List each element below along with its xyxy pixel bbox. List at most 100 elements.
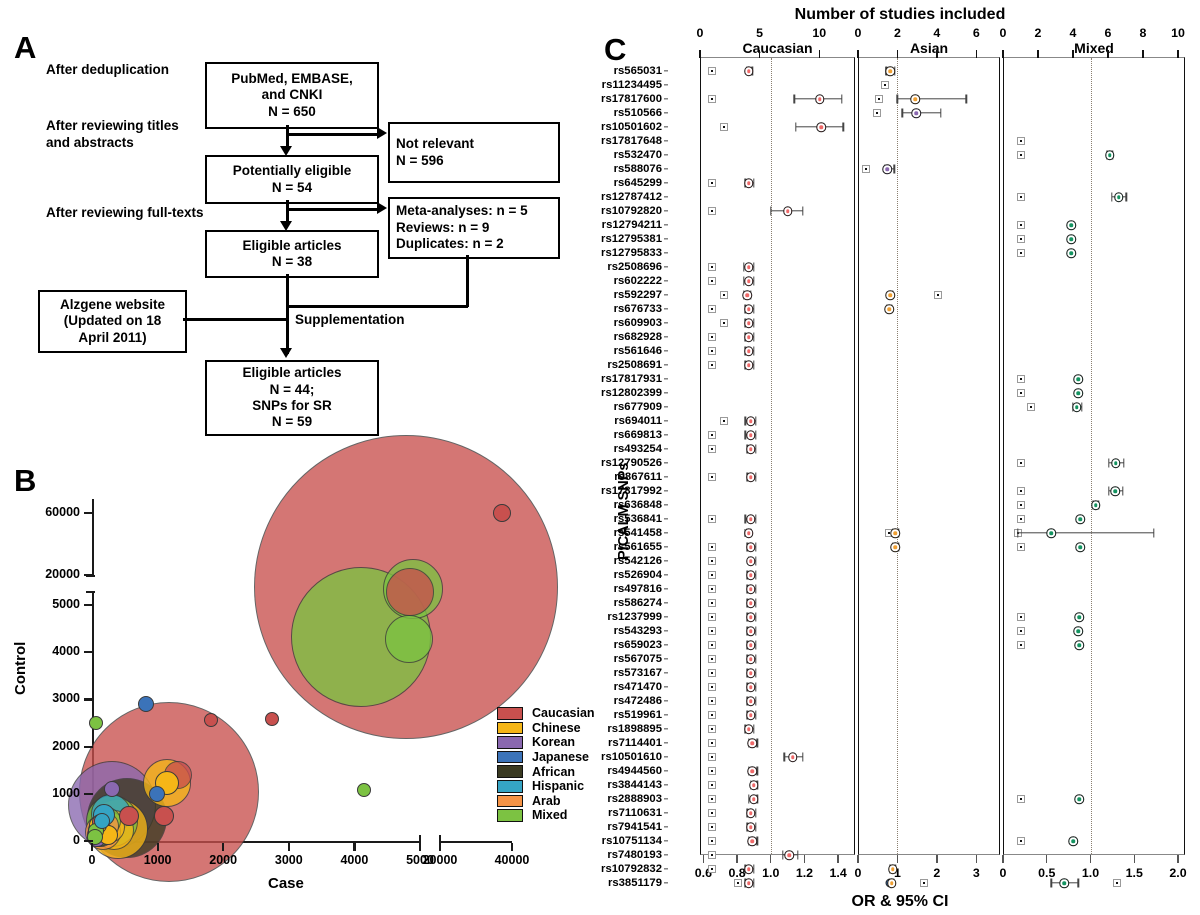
snp-row-tick	[664, 280, 668, 282]
snp-label: rs10751134	[601, 835, 662, 847]
or-marker	[745, 416, 756, 426]
snp-label: rs526904	[613, 569, 662, 581]
snp-label: rs12802399	[601, 387, 662, 399]
confidence-interval-cap	[802, 752, 804, 762]
bottom-axis-tick-label: 1.0	[1081, 866, 1100, 880]
studies-count-marker	[707, 67, 716, 75]
confidence-interval-cap	[1017, 528, 1019, 538]
snp-row-tick	[664, 686, 668, 688]
studies-count-marker	[1016, 627, 1025, 635]
panel-b-x-tick	[511, 843, 514, 851]
snp-label: rs17817931	[601, 373, 662, 385]
studies-count-marker	[707, 543, 716, 551]
top-axis-tick	[857, 50, 859, 58]
snp-row-tick	[664, 868, 668, 870]
or-marker	[1071, 402, 1082, 412]
snp-label: rs3844143	[607, 779, 662, 791]
bubble-mixed	[384, 614, 433, 663]
panel-b-y-tick-label: 5000	[52, 597, 80, 611]
snp-row-tick	[664, 630, 668, 632]
snp-label: rs588076	[613, 163, 662, 175]
connector-to-not-relevant	[286, 133, 378, 136]
panel-b-x-tick-label: 2000	[209, 853, 238, 867]
panel-a-sidelabel-fulltexts: After reviewing full-texts	[46, 205, 204, 220]
top-axis-tick	[1142, 50, 1144, 58]
connector-alzgene-right	[183, 318, 287, 321]
eligible-38-box: Eligible articles N = 38	[205, 230, 379, 278]
or-marker	[744, 178, 754, 188]
panel-b-x-tick-label: 0	[88, 853, 96, 867]
top-axis-tick	[1107, 50, 1109, 58]
panel-a-sidelabel-titles-abstracts: After reviewing titles and abstracts	[46, 118, 179, 150]
snp-label: rs2888903	[607, 793, 662, 805]
or-marker	[747, 766, 757, 776]
studies-count-marker	[707, 641, 716, 649]
studies-count-marker	[933, 291, 942, 299]
legend-swatch	[497, 707, 523, 720]
panel-b-y-tick-label: 60000	[45, 505, 80, 519]
panel-b-y-axis-gap	[90, 575, 97, 591]
studies-count-marker	[707, 809, 716, 817]
snp-row-tick	[664, 126, 668, 128]
bottom-axis-tick	[1133, 855, 1135, 863]
legend-item-korean: Korean	[497, 735, 595, 750]
snp-label: rs3851179	[607, 877, 662, 889]
studies-count-marker	[1016, 515, 1025, 523]
reference-line	[1090, 58, 1092, 854]
snp-label: rs659023	[613, 639, 662, 651]
or-marker	[1073, 626, 1083, 636]
studies-count-marker	[920, 879, 929, 887]
studies-count-marker	[872, 109, 881, 117]
or-marker	[1066, 248, 1076, 258]
panel-b-x-tick	[353, 843, 356, 851]
or-marker	[744, 262, 754, 272]
potentially-eligible-box: Potentially eligible N = 54	[205, 155, 379, 204]
studies-count-marker	[707, 179, 716, 187]
snp-row-tick	[664, 700, 668, 702]
snp-row-tick	[664, 420, 668, 422]
panel-c: C Number of studies included OR & 95% CI…	[600, 0, 1200, 915]
studies-count-marker	[707, 473, 716, 481]
or-marker	[745, 570, 756, 580]
snp-label: rs11234495	[601, 79, 662, 91]
snp-label: rs7114401	[607, 737, 662, 749]
snp-row-tick	[664, 756, 668, 758]
panel-b-x-axis-gap	[421, 839, 439, 847]
confidence-interval-line	[897, 98, 967, 100]
legend-swatch	[497, 780, 523, 793]
legend-item-hispanic: Hispanic	[497, 779, 595, 794]
arrow-to-potentially-eligible	[280, 146, 292, 156]
snp-label: rs10792820	[601, 205, 662, 217]
studies-count-marker	[707, 823, 716, 831]
confidence-interval-line	[1017, 532, 1154, 534]
confidence-interval-cap	[781, 850, 784, 860]
or-marker	[744, 878, 754, 888]
confidence-interval-cap	[965, 94, 968, 104]
or-marker	[744, 724, 754, 734]
bottom-axis-tick	[837, 855, 839, 863]
snp-row-tick	[664, 392, 668, 394]
snp-row-tick	[664, 364, 668, 366]
snp-row-tick	[664, 266, 668, 268]
or-marker	[745, 444, 756, 454]
panel-b-x-tick	[222, 843, 225, 851]
snp-label: rs510566	[613, 107, 662, 119]
or-marker	[885, 290, 896, 300]
studies-count-marker	[734, 879, 743, 887]
top-axis-tick	[975, 50, 978, 58]
snp-row-tick	[664, 238, 668, 240]
studies-count-marker	[707, 711, 716, 719]
snp-row-tick	[664, 602, 668, 604]
snp-label: rs676733	[613, 303, 662, 315]
bubble-caucasian	[386, 567, 435, 616]
studies-count-marker	[707, 95, 716, 103]
snp-label: rs2508691	[607, 359, 662, 371]
top-axis-tick-label: 10	[812, 26, 827, 40]
panel-b-x-title: Case	[268, 875, 304, 892]
or-marker	[744, 332, 754, 342]
studies-count-marker	[1016, 641, 1025, 649]
panel-b-x-tick	[287, 843, 290, 851]
confidence-interval-cap	[1108, 458, 1110, 468]
or-marker	[1059, 878, 1069, 888]
alzgene-box: Alzgene website (Updated on 18 April 2011)	[38, 290, 187, 353]
